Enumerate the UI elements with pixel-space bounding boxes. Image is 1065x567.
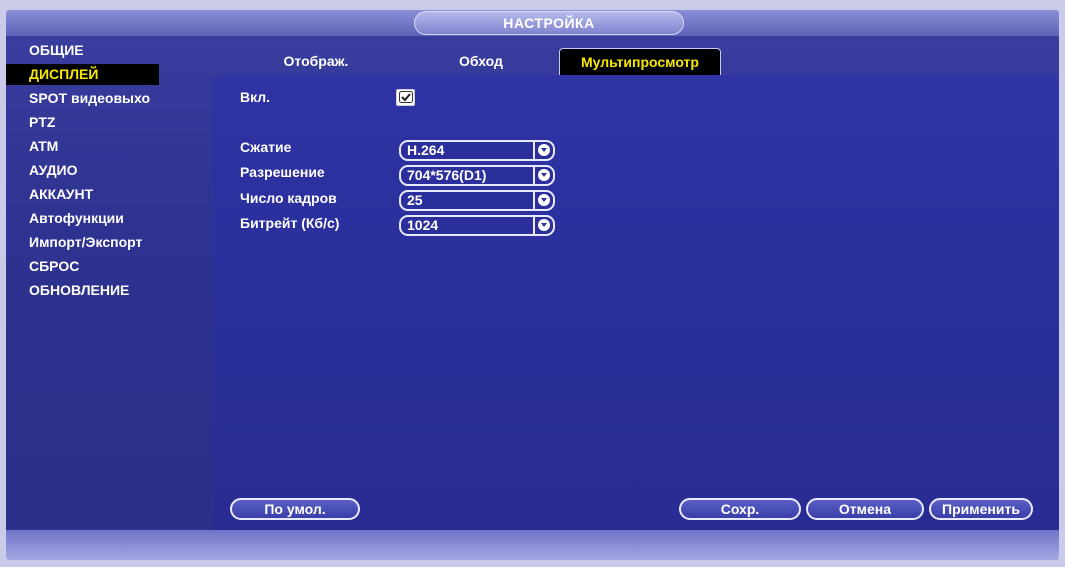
sidebar-item-display[interactable]: ДИСПЛЕЙ xyxy=(6,64,159,85)
framerate-dropdown-arrow[interactable] xyxy=(533,192,553,209)
title-bar: НАСТРОЙКА xyxy=(6,10,1059,36)
framerate-label: Число кадров xyxy=(240,190,337,206)
bitrate-dropdown-arrow[interactable] xyxy=(533,217,553,234)
tab-display[interactable]: Отображ. xyxy=(251,48,381,75)
resolution-label: Разрешение xyxy=(240,164,325,180)
sidebar-item-audio[interactable]: АУДИО xyxy=(6,160,211,181)
status-bar xyxy=(6,530,1059,560)
compression-value: H.264 xyxy=(407,142,445,158)
bitrate-label: Битрейт (Кб/с) xyxy=(240,215,340,231)
chevron-down-icon xyxy=(538,219,550,231)
compression-select[interactable]: H.264 xyxy=(399,140,555,161)
enable-checkbox[interactable] xyxy=(396,89,415,106)
page-title: НАСТРОЙКА xyxy=(414,11,684,35)
resolution-dropdown-arrow[interactable] xyxy=(533,167,553,184)
tab-multiview[interactable]: Мультипросмотр xyxy=(559,48,721,76)
settings-window: НАСТРОЙКА ОБЩИЕ ДИСПЛЕЙ SPOT видеовыхо P… xyxy=(6,10,1059,560)
resolution-select[interactable]: 704*576(D1) xyxy=(399,165,555,186)
chevron-down-icon xyxy=(538,144,550,156)
sidebar-item-atm[interactable]: ATM xyxy=(6,136,211,157)
bitrate-value: 1024 xyxy=(407,217,439,233)
sidebar-item-update[interactable]: ОБНОВЛЕНИЕ xyxy=(6,280,211,301)
checkmark-icon xyxy=(399,91,413,103)
sidebar: ОБЩИЕ ДИСПЛЕЙ SPOT видеовыхо PTZ ATM АУД… xyxy=(6,40,211,304)
default-button[interactable]: По умол. xyxy=(230,498,360,520)
bitrate-select[interactable]: 1024 xyxy=(399,215,555,236)
sidebar-item-account[interactable]: АККАУНТ xyxy=(6,184,211,205)
sidebar-item-spot-output[interactable]: SPOT видеовыхо xyxy=(6,88,211,109)
chevron-down-icon xyxy=(538,194,550,206)
chevron-down-icon xyxy=(538,169,550,181)
sidebar-item-autofunctions[interactable]: Автофункции xyxy=(6,208,211,229)
resolution-value: 704*576(D1) xyxy=(407,167,487,183)
sidebar-item-reset[interactable]: СБРОС xyxy=(6,256,211,277)
enable-label: Вкл. xyxy=(240,89,271,105)
cancel-button[interactable]: Отмена xyxy=(806,498,924,520)
tab-tour[interactable]: Обход xyxy=(426,48,536,75)
sidebar-item-general[interactable]: ОБЩИЕ xyxy=(6,40,211,61)
compression-dropdown-arrow[interactable] xyxy=(533,142,553,159)
framerate-value: 25 xyxy=(407,192,423,208)
apply-button[interactable]: Применить xyxy=(929,498,1033,520)
save-button[interactable]: Сохр. xyxy=(679,498,801,520)
settings-panel: Вкл. Сжатие H.264 Разрешение 704*576(D1)… xyxy=(213,75,1059,531)
framerate-select[interactable]: 25 xyxy=(399,190,555,211)
sidebar-item-ptz[interactable]: PTZ xyxy=(6,112,211,133)
compression-label: Сжатие xyxy=(240,139,292,155)
sidebar-item-import-export[interactable]: Импорт/Экспорт xyxy=(6,232,211,253)
